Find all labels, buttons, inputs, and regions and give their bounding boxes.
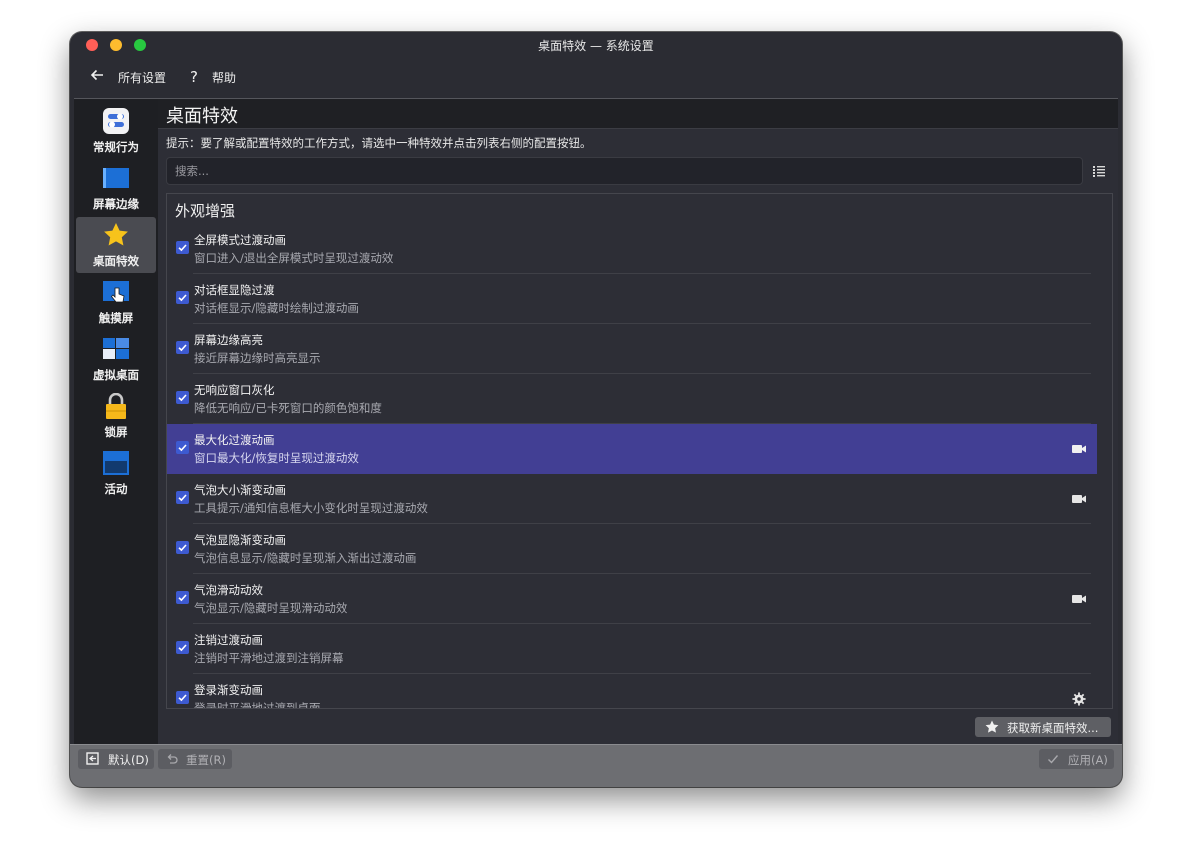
get-new-effects-label: 获取新桌面特效... xyxy=(1007,721,1099,735)
sidebar-item-screen-edges[interactable]: 屏幕边缘 xyxy=(76,160,156,216)
effect-title: 气泡显隐渐变动画 xyxy=(194,533,286,547)
window-title: 桌面特效 — 系统设置 xyxy=(538,39,654,53)
sidebar-item-label: 桌面特效 xyxy=(93,254,139,268)
effect-description: 注销时平滑地过渡到注销屏幕 xyxy=(194,651,344,665)
hint-text: 提示：要了解或配置特效的工作方式，请选中一种特效并点击列表右侧的配置按钮。 xyxy=(166,136,592,150)
toolbar: 所有设置 ? 帮助 xyxy=(70,58,1122,96)
effect-description: 工具提示/通知信息框大小变化时呈现过渡动效 xyxy=(194,501,428,515)
sidebar-item-label: 屏幕边缘 xyxy=(93,197,139,211)
effect-title: 登录渐变动画 xyxy=(194,683,263,697)
effect-title: 屏幕边缘高亮 xyxy=(194,333,263,347)
effect-description: 对话框显示/隐藏时绘制过渡动画 xyxy=(194,301,359,315)
check-icon xyxy=(1048,755,1059,764)
help-icon: ? xyxy=(190,68,198,86)
reset-label: 重置(R) xyxy=(186,753,226,767)
effect-checkbox[interactable] xyxy=(176,541,189,554)
search-input[interactable] xyxy=(166,157,1083,185)
effect-row[interactable]: 屏幕边缘高亮 接近屏幕边缘时高亮显示 xyxy=(167,324,1097,374)
undo-icon xyxy=(167,754,178,764)
effect-description: 气泡显示/隐藏时呈现滑动动效 xyxy=(194,601,348,615)
defaults-icon xyxy=(86,752,99,765)
effect-description: 降低无响应/已卡死窗口的颜色饱和度 xyxy=(194,401,382,415)
screen-edges-icon xyxy=(103,168,129,188)
touchscreen-icon xyxy=(103,281,129,303)
sidebar-item-desktop-effects[interactable]: 桌面特效 xyxy=(76,217,156,273)
effect-title: 注销过渡动画 xyxy=(194,633,263,647)
effect-title: 气泡大小渐变动画 xyxy=(194,483,286,497)
video-icon[interactable] xyxy=(1071,592,1087,606)
apply-label: 应用(A) xyxy=(1068,753,1108,767)
get-new-effects-button[interactable]: 获取新桌面特效... xyxy=(975,717,1111,737)
sidebar-item-label: 锁屏 xyxy=(104,425,128,439)
footer: 默认(D) 重置(R) 应用(A) xyxy=(70,744,1122,787)
effect-row[interactable]: 无响应窗口灰化 降低无响应/已卡死窗口的颜色饱和度 xyxy=(167,374,1097,424)
effect-row-selected[interactable]: 最大化过渡动画 窗口最大化/恢复时呈现过渡动效 xyxy=(167,424,1097,474)
effect-row[interactable]: 气泡滑动动效 气泡显示/隐藏时呈现滑动动效 xyxy=(167,574,1097,624)
gear-icon[interactable] xyxy=(1071,692,1087,706)
all-settings-button[interactable]: 所有设置 xyxy=(90,68,166,86)
sidebar-item-general-behavior[interactable]: 常规行为 xyxy=(76,103,156,159)
effect-description: 登录时平滑地过渡到桌面 xyxy=(194,701,321,709)
sidebar-item-label: 触摸屏 xyxy=(98,311,134,325)
lock-icon xyxy=(106,393,126,419)
effect-row[interactable]: 登录渐变动画 登录时平滑地过渡到桌面 xyxy=(167,674,1097,709)
effect-row[interactable]: 注销过渡动画 注销时平滑地过渡到注销屏幕 xyxy=(167,624,1097,674)
settings-window: 桌面特效 — 系统设置 所有设置 ? 帮助 常规行为 屏幕边缘 桌面特效 触摸屏… xyxy=(70,32,1122,787)
category-header: 外观增强 xyxy=(175,202,236,220)
defaults-label: 默认(D) xyxy=(108,753,149,767)
effect-row[interactable]: 全屏模式过渡动画 窗口进入/退出全屏模式时呈现过渡动效 xyxy=(167,224,1097,274)
effect-row[interactable]: 气泡大小渐变动画 工具提示/通知信息框大小变化时呈现过渡动效 xyxy=(167,474,1097,524)
titlebar: 桌面特效 — 系统设置 xyxy=(70,32,1122,58)
sidebar-item-label: 虚拟桌面 xyxy=(93,368,139,382)
general-behavior-icon xyxy=(103,108,129,134)
sidebar-item-lock-screen[interactable]: 锁屏 xyxy=(76,388,156,444)
effect-title: 对话框显隐过渡 xyxy=(194,283,275,297)
activities-icon xyxy=(103,451,129,475)
effect-checkbox[interactable] xyxy=(176,291,189,304)
effect-checkbox[interactable] xyxy=(176,491,189,504)
all-settings-label: 所有设置 xyxy=(118,70,167,85)
star-icon xyxy=(104,223,128,246)
effect-checkbox[interactable] xyxy=(176,441,189,454)
effect-checkbox[interactable] xyxy=(176,341,189,354)
sidebar-item-label: 常规行为 xyxy=(93,140,139,154)
main-panel: 桌面特效 提示：要了解或配置特效的工作方式，请选中一种特效并点击列表右侧的配置按… xyxy=(158,98,1118,745)
configure-view-icon[interactable] xyxy=(1092,165,1106,179)
effect-checkbox[interactable] xyxy=(176,691,189,704)
effect-row[interactable]: 气泡显隐渐变动画 气泡信息显示/隐藏时呈现渐入渐出过渡动画 xyxy=(167,524,1097,574)
sidebar-item-label: 活动 xyxy=(104,482,128,496)
effect-title: 气泡滑动动效 xyxy=(194,583,263,597)
effects-list[interactable]: 外观增强 全屏模式过渡动画 窗口进入/退出全屏模式时呈现过渡动效 对话框显隐过渡… xyxy=(166,193,1113,709)
effect-title: 全屏模式过渡动画 xyxy=(194,233,286,247)
star-icon xyxy=(985,720,999,733)
effect-checkbox[interactable] xyxy=(176,591,189,604)
help-label: 帮助 xyxy=(211,70,236,85)
sidebar-item-virtual-desktops[interactable]: 虚拟桌面 xyxy=(76,331,156,387)
effect-checkbox[interactable] xyxy=(176,641,189,654)
effect-title: 最大化过渡动画 xyxy=(194,433,275,447)
effect-description: 窗口进入/退出全屏模式时呈现过渡动效 xyxy=(194,251,394,265)
sidebar: 常规行为 屏幕边缘 桌面特效 触摸屏 虚拟桌面 锁屏 活动 xyxy=(74,98,158,745)
sidebar-item-touchscreen[interactable]: 触摸屏 xyxy=(76,274,156,330)
help-button[interactable]: ? 帮助 xyxy=(190,68,236,86)
video-icon[interactable] xyxy=(1071,442,1087,456)
defaults-button[interactable]: 默认(D) xyxy=(78,749,154,769)
reset-button[interactable]: 重置(R) xyxy=(158,749,232,769)
back-arrow-icon xyxy=(90,68,104,86)
effect-description: 窗口最大化/恢复时呈现过渡动效 xyxy=(194,451,359,465)
virtual-desktops-icon xyxy=(103,338,129,359)
effect-checkbox[interactable] xyxy=(176,241,189,254)
page-title: 桌面特效 xyxy=(166,106,238,127)
apply-button[interactable]: 应用(A) xyxy=(1039,749,1114,769)
sidebar-item-activities[interactable]: 活动 xyxy=(76,445,156,501)
effect-description: 接近屏幕边缘时高亮显示 xyxy=(194,351,321,365)
effect-description: 气泡信息显示/隐藏时呈现渐入渐出过渡动画 xyxy=(194,551,417,565)
effect-row[interactable]: 对话框显隐过渡 对话框显示/隐藏时绘制过渡动画 xyxy=(167,274,1097,324)
page-header: 桌面特效 xyxy=(158,99,1118,129)
effect-title: 无响应窗口灰化 xyxy=(194,383,275,397)
video-icon[interactable] xyxy=(1071,492,1087,506)
effect-checkbox[interactable] xyxy=(176,391,189,404)
